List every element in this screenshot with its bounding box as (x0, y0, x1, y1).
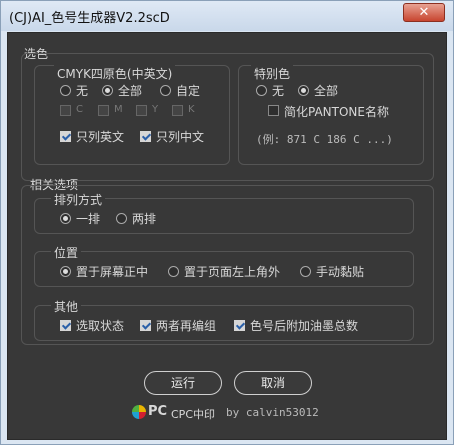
spot-none-radio[interactable] (256, 85, 267, 96)
channel-c-checkbox[interactable] (60, 105, 71, 116)
chinese-only-label: 只列中文 (156, 130, 205, 144)
position-center-radio[interactable] (60, 266, 71, 277)
arrange-double-label: 两排 (132, 212, 157, 226)
close-button[interactable]: ✕ (403, 3, 445, 22)
english-only-checkbox[interactable] (60, 131, 71, 142)
chinese-only-checkbox[interactable] (140, 131, 151, 142)
run-button[interactable]: 运行 (144, 371, 222, 395)
arrange-double-radio[interactable] (116, 213, 127, 224)
position-topleft-radio[interactable] (168, 266, 179, 277)
position-center-label: 置于屏幕正中 (76, 265, 149, 279)
other-label: 其他 (51, 298, 82, 315)
selection-state-checkbox[interactable] (60, 320, 71, 331)
position-label: 位置 (51, 244, 82, 261)
cpc-logo-text: PC (148, 404, 168, 419)
cmyk-label: CMYK四原色(中英文) (54, 65, 176, 82)
position-topleft-label: 置于页面左上角外 (184, 265, 281, 279)
cmyk-none-radio[interactable] (60, 85, 71, 96)
position-manual-radio[interactable] (300, 266, 311, 277)
footer-credit: by calvin53012 (226, 406, 319, 419)
cmyk-all-radio[interactable] (102, 85, 113, 96)
regroup-label: 两者再编组 (156, 319, 217, 333)
title-bar[interactable]: (CJ)AI_色号生成器V2.2scD ✕ (1, 1, 453, 31)
pantone-label: 简化PANTONE名称 (284, 105, 389, 119)
ink-total-label: 色号后附加油墨总数 (250, 319, 359, 333)
regroup-checkbox[interactable] (140, 320, 151, 331)
footer-brand: CPC中印 (171, 408, 215, 421)
cpc-logo-icon (132, 405, 146, 419)
channel-k-checkbox[interactable] (172, 105, 183, 116)
english-only-label: 只列英文 (76, 130, 125, 144)
arrange-label: 排列方式 (51, 191, 106, 208)
pantone-checkbox[interactable] (268, 105, 279, 116)
dialog-content: 选色 CMYK四原色(中英文) 无 全部 自定 C M Y K 只列英文 只列中… (7, 32, 447, 440)
ink-total-checkbox[interactable] (234, 320, 245, 331)
spot-all-radio[interactable] (298, 85, 309, 96)
channel-y-checkbox[interactable] (136, 105, 147, 116)
channel-c-label: C (76, 104, 83, 115)
spot-example-text: (例: 871 C 186 C ...) (256, 133, 393, 146)
cmyk-none-label: 无 (76, 84, 89, 98)
cmyk-all-label: 全部 (118, 84, 143, 98)
cmyk-custom-label: 自定 (176, 84, 201, 98)
channel-m-label: M (114, 104, 123, 115)
dialog-window: (CJ)AI_色号生成器V2.2scD ✕ 选色 CMYK四原色(中英文) 无 … (0, 0, 454, 445)
selection-state-label: 选取状态 (76, 319, 125, 333)
cancel-button[interactable]: 取消 (234, 371, 312, 395)
channel-m-checkbox[interactable] (98, 105, 109, 116)
position-manual-label: 手动黏贴 (316, 265, 365, 279)
channel-y-label: Y (152, 104, 159, 115)
window-title: (CJ)AI_色号生成器V2.2scD (9, 11, 170, 26)
spot-all-label: 全部 (314, 84, 339, 98)
arrange-single-radio[interactable] (60, 213, 71, 224)
arrange-single-label: 一排 (76, 212, 101, 226)
spot-none-label: 无 (272, 84, 285, 98)
cmyk-custom-radio[interactable] (160, 85, 171, 96)
spot-label: 特别色 (251, 65, 294, 82)
channel-k-label: K (188, 104, 195, 115)
